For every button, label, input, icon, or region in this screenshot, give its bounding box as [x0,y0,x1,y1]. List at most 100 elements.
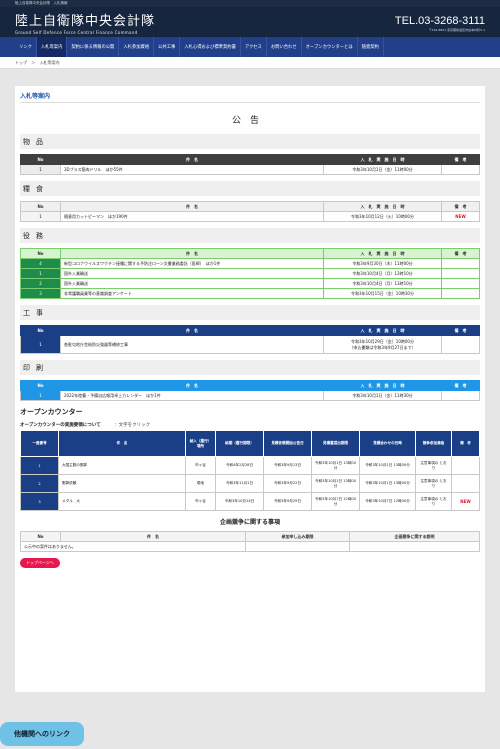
col-briefing: 企画競争に関する説明 [349,531,480,542]
col-date: 入 札 実 施 日 時 [323,380,442,391]
table-row[interactable]: 1 随意用カットピーマン ほか190件 令和3年10月12日（火）10時00分 … [20,211,480,222]
new-label: NEW [455,214,466,219]
row-no: 1 [20,268,61,279]
col-due: 納期（履行期限） [215,430,264,457]
row-no: 3 [20,288,61,299]
col-name: 件 名 [60,380,324,391]
col-name: 件 名 [60,531,246,542]
row-name[interactable]: 新型コロナウイルスワクチン接種に関する予防注ローン文書業務委託（医師） ほか1件 [60,258,324,269]
row-name[interactable]: 国外入業輸送 [60,278,324,289]
breadcrumb-home[interactable]: トップ [15,60,27,65]
row-name[interactable]: 大国主郵の郵郭 [58,456,186,475]
table-header: No 件 名 入 札 実 施 日 時 備 考 [20,154,480,165]
row-date: 令和3年9月30日（木）11時00分 [323,258,442,269]
col-notice-date: 見積依頼開始公告日 [263,430,312,457]
col-apply-deadline: 参加申し込み期限 [245,531,350,542]
row-date: 令和3年10月1日（金）11時30分 [323,390,442,401]
nav-open-counter[interactable]: オープンカウンターとは [302,37,358,57]
col-name: 件 名 [60,154,324,165]
row-date: 令和3年10月15日（金）10時30分 [323,288,442,299]
row-qualification[interactable]: 注意事項の とおり [415,492,452,511]
table-row[interactable]: 3 メダル 大 市ヶ谷 令和3年10月14日 令和3年9月29日 令和3年10月… [20,492,480,511]
nav-contract-info[interactable]: 契約に係る情報の公開 [67,37,120,57]
nav-standard-contract[interactable]: 入札心得および標準契約書 [180,37,241,57]
row-name[interactable]: 非常護職員業等の意識調査アンケート [60,288,324,299]
table-row[interactable]: 1 2022年陸曹・予備自広報用卓上カレンダー ほか1件 令和3年10月1日（金… [20,390,480,401]
row-note [451,474,480,493]
row-qualification[interactable]: 注意事項の とおり [415,456,452,475]
row-meeting: 令和3年10月1日 13時00分 [359,456,416,475]
food-heading: 糧食 [20,181,480,196]
table-row[interactable]: 3 非常護職員業等の意識調査アンケート 令和3年10月15日（金）10時30分 [20,288,480,299]
main-nav: リンク 入札等案内 契約に係る情報の公開 入札参加資格 公共工事 入札心得および… [0,37,500,57]
col-no: No [20,248,61,259]
row-note [441,390,480,401]
table-row[interactable]: 1 各駐屯地庁舎給防災強器等補修工事 令和3年10月29日（金）10時00分 （… [20,335,480,354]
competition-table: No 件 名 参加申し込み期限 企画競争に関する説明 公示中の案件はありません。 [20,531,480,552]
col-name: 件 名 [60,248,324,259]
row-no: 1 [20,335,61,354]
row-name[interactable]: メダル 大 [58,492,186,511]
row-qualification[interactable]: 注意事項の とおり [415,474,452,493]
table-header: No 件 名 入 札 実 施 日 時 備 考 [20,325,480,336]
nav-link[interactable]: リンク [15,37,37,57]
row-note [441,164,480,175]
row-no: 3 [20,492,59,511]
table-row[interactable]: 2 郵郭依頼 現地 令和3年11月1日 令和3年9月22日 令和3年10月1日 … [20,474,480,493]
services-table: No 件 名 入 札 実 施 日 時 備 考 4 新型コロナウイルスワクチン接種… [20,248,480,299]
main-content: 入札等案内 公告 物品 No 件 名 入 札 実 施 日 時 備 考 1 3Dプ… [15,86,485,692]
to-top-button[interactable]: トップページへ [20,558,60,568]
open-counter-guidelines-link[interactable]: オープンカウンターの実施要領について [20,423,101,428]
row-due: 令和3年10月14日 [215,492,264,511]
row-name[interactable]: 各駐屯地庁舎給防災強器等補修工事 [60,335,324,354]
row-name[interactable]: 国外入業輸送 [60,268,324,279]
brand[interactable]: 陸上自衛隊中央会計隊 Ground Self Defence Force Cen… [15,10,155,35]
row-date: 令和3年10月4日（月）13時10分 [323,278,442,289]
address: 〒162-8801 東京都新宿区市谷本村町5-1 [428,28,485,32]
open-counter-table: 一連番号 件 名 納入（履行）場所 納期（履行期限） 見積依頼開始公告日 見積書… [20,430,480,511]
row-notice-date: 令和3年9月22日 [263,474,312,493]
row-note [441,288,480,299]
row-deadline: 令和3年10月7日 12時00分 [311,492,360,511]
row-deadline: 令和3年10月1日 13時00分 [311,456,360,475]
table-row[interactable]: 2 国外入業輸送 令和3年10月4日（月）13時10分 [20,278,480,289]
other-agencies-link-button[interactable]: 他機関へのリンク [0,722,84,746]
nav-bidding-guide[interactable]: 入札等案内 [36,37,68,57]
row-place: 市ヶ谷 [185,492,216,511]
col-date: 入 札 実 施 日 時 [323,201,442,212]
row-no: 1 [20,164,61,175]
row-name[interactable]: 3Dプラス筋肉ドリル ほか55件 [60,164,324,175]
top-strip-text: 陸上自衛隊中央会計隊 入札情報 [15,1,68,5]
col-name: 件 名 [60,201,324,212]
table-row[interactable]: 1 大国主郵の郵郭 市ヶ谷 令和4年2月28日 令和3年9月13日 令和3年10… [20,456,480,475]
row-note [441,268,480,279]
table-header: No 件 名 参加申し込み期限 企画競争に関する説明 [20,531,480,542]
table-row[interactable]: 1 国外入業輸送 令和3年10月4日（月）13時10分 [20,268,480,279]
col-name: 件 名 [60,325,324,336]
site-header: 陸上自衛隊中央会計隊 Ground Self Defence Force Cen… [0,7,500,37]
nav-qualification[interactable]: 入札参加資格 [119,37,155,57]
col-date: 入 札 実 施 日 時 [323,248,442,259]
nav-public-works[interactable]: 公共工事 [154,37,181,57]
row-name[interactable]: 随意用カットピーマン ほか190件 [60,211,324,222]
col-no: No [20,531,61,542]
table-header: No 件 名 入 札 実 施 日 時 備 考 [20,380,480,391]
col-no: No [20,154,61,165]
row-name[interactable]: 2022年陸曹・予備自広報用卓上カレンダー ほか1件 [60,390,324,401]
goods-table: No 件 名 入 札 実 施 日 時 備 考 1 3Dプラス筋肉ドリル ほか55… [20,154,480,175]
row-place: 現地 [185,474,216,493]
row-note [451,456,480,475]
nav-contact[interactable]: お問い合わせ [267,37,302,57]
nav-private-contract[interactable]: 随意契約 [358,37,384,57]
row-apply-deadline [245,541,350,552]
row-date: 令和3年10月12日（火）10時00分 [323,211,442,222]
row-notice-date: 令和3年9月29日 [263,492,312,511]
table-row[interactable]: 4 新型コロナウイルスワクチン接種に関する予防注ローン文書業務委託（医師） ほか… [20,258,480,269]
row-no: 4 [20,258,61,269]
nav-access[interactable]: アクセス [241,37,267,57]
col-note: 備 考 [441,201,480,212]
breadcrumb-separator: ＞ [31,60,36,65]
col-no: No [20,380,61,391]
table-row[interactable]: 1 3Dプラス筋肉ドリル ほか55件 令和3年10月1日（金）11時00分 [20,164,480,175]
row-name[interactable]: 郵郭依頼 [58,474,186,493]
